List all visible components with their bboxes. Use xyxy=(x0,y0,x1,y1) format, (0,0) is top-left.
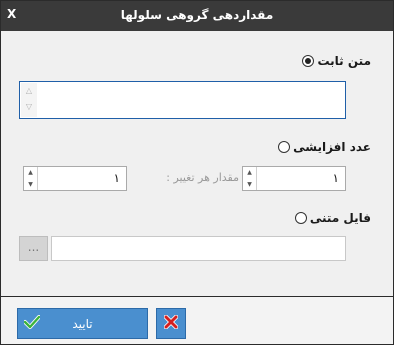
radio-label: فایل متنی xyxy=(309,211,371,225)
radio-button[interactable] xyxy=(302,55,315,67)
constant-text-input[interactable]: △ ▽ xyxy=(19,81,346,119)
radio-label: عدد افزایشی xyxy=(293,140,371,154)
radio-button[interactable] xyxy=(294,212,307,224)
scroll-down-icon[interactable]: ▽ xyxy=(21,99,37,115)
check-icon xyxy=(23,315,41,332)
dialog-title: مقداردهی گروهی سلولها xyxy=(120,8,274,22)
step-label: مقدار هر تغییر : xyxy=(166,171,239,184)
start-value-stepper[interactable]: ▲ ▼ ۱ xyxy=(242,166,346,191)
start-value: ۱ xyxy=(332,171,339,185)
step-value: ۱ xyxy=(113,171,120,185)
cancel-button[interactable] xyxy=(156,308,186,339)
title-bar: مقداردهی گروهی سلولها X xyxy=(1,1,393,31)
ok-button[interactable]: تایید xyxy=(17,308,148,339)
step-value-stepper[interactable]: ▲ ▼ ۱ xyxy=(23,166,127,191)
radio-increment[interactable]: عدد افزایشی xyxy=(278,140,371,154)
textarea-scrollbar[interactable]: △ ▽ xyxy=(21,83,37,117)
radio-button[interactable] xyxy=(278,141,291,153)
close-icon xyxy=(163,314,179,332)
radio-text-file[interactable]: فایل متنی xyxy=(294,211,371,225)
stepper-down-icon[interactable]: ▼ xyxy=(243,179,256,191)
file-path-input[interactable] xyxy=(51,236,346,261)
dialog-window: مقداردهی گروهی سلولها X متن ثابت △ ▽ عدد… xyxy=(0,0,394,345)
close-button[interactable]: X xyxy=(7,7,16,21)
scroll-up-icon[interactable]: △ xyxy=(21,83,37,99)
browse-button[interactable]: ... xyxy=(19,236,48,261)
radio-constant-text[interactable]: متن ثابت xyxy=(302,54,371,68)
stepper-up-icon[interactable]: ▲ xyxy=(24,167,37,179)
stepper-down-icon[interactable]: ▼ xyxy=(24,179,37,191)
radio-label: متن ثابت xyxy=(317,54,371,68)
stepper-up-icon[interactable]: ▲ xyxy=(243,167,256,179)
